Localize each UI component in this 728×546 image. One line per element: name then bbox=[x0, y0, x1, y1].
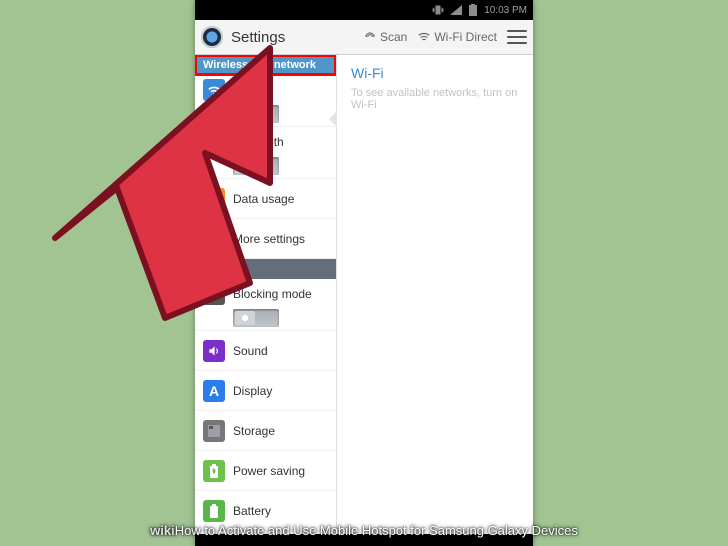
title-bar: Settings Scan Wi-Fi Direct bbox=[195, 20, 533, 55]
wifi-direct-button[interactable]: Wi-Fi Direct bbox=[417, 30, 497, 44]
section-device[interactable]: ice bbox=[195, 259, 336, 279]
main-panel-hint: To see available networks, turn on Wi-Fi bbox=[351, 87, 519, 111]
main-panel-title: Wi-Fi bbox=[351, 65, 519, 81]
storage-icon bbox=[203, 420, 225, 442]
wifi-icon bbox=[203, 79, 225, 101]
power-saving-icon bbox=[203, 460, 225, 482]
bluetooth-icon bbox=[203, 131, 225, 153]
sidebar-item-power-saving[interactable]: Power saving bbox=[195, 451, 336, 491]
battery-icon bbox=[203, 500, 225, 522]
sidebar-item-more-settings[interactable]: ⋯ More settings bbox=[195, 219, 336, 259]
wifi-icon bbox=[417, 30, 431, 44]
phone-frame: 10:03 PM Settings Scan Wi-Fi Direct Wire… bbox=[195, 0, 533, 546]
page-title: Settings bbox=[231, 29, 355, 46]
sound-icon bbox=[203, 340, 225, 362]
sidebar-item-wifi[interactable]: Wi-Fi bbox=[195, 75, 336, 127]
main-panel: Wi-Fi To see available networks, turn on… bbox=[337, 55, 533, 534]
data-usage-icon bbox=[203, 188, 225, 210]
display-icon: A bbox=[203, 380, 225, 402]
sidebar-item-display[interactable]: A Display bbox=[195, 371, 336, 411]
blocking-toggle[interactable] bbox=[233, 309, 279, 327]
status-bar: 10:03 PM bbox=[195, 0, 533, 20]
sidebar-item-storage[interactable]: Storage bbox=[195, 411, 336, 451]
pointer-triangle bbox=[329, 111, 337, 127]
sidebar-item-bluetooth[interactable]: Bluetooth bbox=[195, 127, 336, 179]
blocking-mode-icon: ⊘ bbox=[203, 283, 225, 305]
scan-icon bbox=[363, 30, 377, 44]
menu-icon[interactable] bbox=[507, 30, 527, 44]
battery-icon bbox=[468, 4, 478, 16]
clock: 10:03 PM bbox=[484, 5, 527, 16]
signal-icon bbox=[450, 5, 462, 15]
more-settings-icon: ⋯ bbox=[203, 228, 225, 250]
settings-icon bbox=[201, 26, 223, 48]
settings-sidebar: Wireless and network Wi-Fi Bluetooth Dat… bbox=[195, 55, 337, 534]
bluetooth-toggle[interactable] bbox=[233, 157, 279, 175]
scan-button[interactable]: Scan bbox=[363, 30, 407, 44]
sidebar-item-data-usage[interactable]: Data usage bbox=[195, 179, 336, 219]
vibrate-icon bbox=[432, 4, 444, 16]
section-wireless-network[interactable]: Wireless and network bbox=[195, 55, 336, 75]
caption-bar: wikiHow to Activate and Use Mobile Hotsp… bbox=[0, 523, 728, 538]
content-area: Wireless and network Wi-Fi Bluetooth Dat… bbox=[195, 55, 533, 534]
wifi-toggle[interactable] bbox=[233, 105, 279, 123]
sidebar-item-blocking-mode[interactable]: ⊘Blocking mode bbox=[195, 279, 336, 331]
sidebar-item-sound[interactable]: Sound bbox=[195, 331, 336, 371]
